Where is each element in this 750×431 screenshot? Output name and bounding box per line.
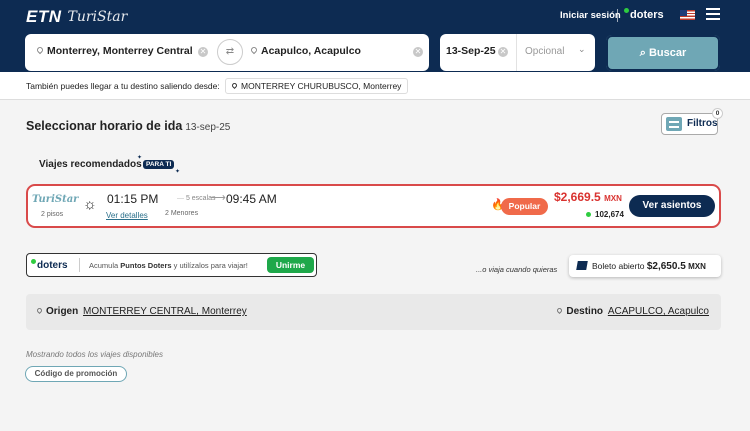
destination-field[interactable]: Acapulco, Acapulco <box>249 45 361 57</box>
doters-link[interactable]: doters <box>624 8 664 21</box>
filters-label: Filtros <box>687 118 718 129</box>
trip-price-value: $2,669.5 <box>554 190 601 204</box>
destination-value: Acapulco, Acapulco <box>261 45 361 57</box>
trip-price-currency: MXN <box>604 194 622 203</box>
filters-button[interactable]: Filtros 0 <box>661 108 723 135</box>
origin-summary: Origen MONTERREY CENTRAL, Monterrey <box>35 306 247 317</box>
top-header: ETN TuriStar Iniciar sesión doters Monte… <box>0 0 750 72</box>
filter-sliders-icon <box>666 117 682 131</box>
recommended-heading: Viajes recomendados <box>39 159 142 170</box>
open-ticket-button[interactable]: Boleto abierto $2,650.5 MXN <box>569 255 721 277</box>
route-search-box: Monterrey, Monterrey Central ✕ ⇄ Acapulc… <box>25 34 429 71</box>
sun-icon: ☼ <box>83 196 97 213</box>
arrival-time: 09:45 AM <box>226 192 277 206</box>
para-ti-badge: PARA TI <box>143 160 175 169</box>
doters-text-prefix: Acumula <box>89 261 119 270</box>
filters-count-badge: 0 <box>712 108 723 119</box>
route-summary-bar: Origen MONTERREY CENTRAL, Monterrey Dest… <box>26 294 721 330</box>
showing-all-trips-text: Mostrando todos los viajes disponibles <box>26 350 163 359</box>
hamburger-menu-icon[interactable] <box>706 8 720 23</box>
doters-dot-icon <box>586 212 591 217</box>
swap-route-button[interactable]: ⇄ <box>217 39 243 65</box>
clear-date-icon[interactable]: ✕ <box>498 47 508 57</box>
doters-points-value: 102,674 <box>595 210 624 219</box>
doters-card-divider <box>79 258 80 272</box>
doters-dot-icon <box>624 8 629 13</box>
page-title-date: 13-sep-25 <box>185 122 231 133</box>
page-title-text: Seleccionar horario de ida <box>26 119 183 133</box>
open-ticket-price: $2,650.5 <box>646 261 686 272</box>
logo[interactable]: ETN TuriStar <box>26 7 127 27</box>
login-link[interactable]: Iniciar sesión <box>560 10 621 21</box>
doters-promo-text: Acumula Puntos Doters y utilízalos para … <box>89 261 248 270</box>
doters-label: doters <box>630 9 664 21</box>
doters-text-bold: Puntos Doters <box>120 261 172 270</box>
location-pin-icon <box>230 81 239 90</box>
departure-time: 01:15 PM <box>107 192 159 206</box>
us-flag-icon[interactable] <box>680 10 695 20</box>
alternative-station: MONTERREY CHURUBUSCO, Monterrey <box>241 81 402 91</box>
trip-price: $2,669.5 MXN <box>554 190 622 204</box>
doters-dot-icon <box>31 259 36 264</box>
arrow-right-icon: ⟶ <box>210 192 226 204</box>
doters-text-suffix: y utilízalos para viajar! <box>173 261 248 270</box>
doters-logo: doters <box>31 259 68 271</box>
bus-floors: 2 pisos <box>41 211 64 218</box>
destination-summary-link[interactable]: ACAPULCO, Acapulco <box>608 306 709 317</box>
location-pin-icon <box>556 306 564 315</box>
minors-count: 2 Menores <box>165 210 199 217</box>
open-ticket-currency: MXN <box>688 262 706 271</box>
clear-origin-icon[interactable]: ✕ <box>198 47 208 57</box>
join-doters-button[interactable]: Unirme <box>267 257 314 273</box>
date-divider <box>516 34 517 71</box>
sparkle-icon: ✦ <box>137 155 143 161</box>
details-link[interactable]: Ver detalles <box>106 211 148 220</box>
trip-card[interactable]: TuriStar 2 pisos ☼ 01:15 PM 5 escalas ⟶ … <box>26 184 721 228</box>
view-seats-button[interactable]: Ver asientos <box>629 195 715 217</box>
doters-logo-text: doters <box>37 260 68 271</box>
open-ticket-label: Boleto abierto <box>592 261 645 271</box>
logo-turistar: TuriStar <box>67 9 128 25</box>
alternative-origin-strip: También puedes llegar a tu destino salie… <box>0 72 750 100</box>
date-search-box: 13-Sep-25 ✕ Opcional ⌄ <box>440 34 595 71</box>
open-ticket-lead: ...o viaja cuando quieras <box>476 265 558 274</box>
alternative-origin-chip[interactable]: MONTERREY CHURUBUSCO, Monterrey <box>225 78 409 94</box>
ticket-icon <box>576 261 588 270</box>
popular-badge: Popular <box>501 198 548 215</box>
location-pin-icon <box>249 45 259 55</box>
promo-code-button[interactable]: Código de promoción <box>25 366 127 382</box>
page-title: Seleccionar horario de ida 13-sep-25 <box>26 119 230 133</box>
alternative-origin-label: También puedes llegar a tu destino salie… <box>26 81 220 91</box>
chevron-down-icon[interactable]: ⌄ <box>578 44 586 55</box>
search-icon: ⌕ <box>639 47 646 59</box>
doters-points: 102,674 <box>586 210 624 219</box>
doters-promo-card: doters Acumula Puntos Doters y utilízalo… <box>26 253 317 277</box>
location-pin-icon <box>35 45 45 55</box>
location-pin-icon <box>35 306 44 315</box>
destination-summary: Destino ACAPULCO, Acapulco <box>556 306 709 317</box>
sparkle-icon: ✦ <box>175 169 181 175</box>
origin-field[interactable]: Monterrey, Monterrey Central <box>35 45 193 57</box>
origin-value: Monterrey, Monterrey Central <box>47 45 193 57</box>
origin-summary-label: Origen <box>46 306 79 317</box>
origin-summary-link[interactable]: MONTERREY CENTRAL, Monterrey <box>83 306 247 317</box>
destination-summary-label: Destino <box>566 306 604 317</box>
logo-etn: ETN <box>26 7 62 26</box>
departure-date-field[interactable]: 13-Sep-25 <box>446 45 496 57</box>
search-button-label: Buscar <box>648 47 687 59</box>
clear-destination-icon[interactable]: ✕ <box>413 47 423 57</box>
return-date-field[interactable]: Opcional <box>525 46 564 57</box>
trip-brand-logo: TuriStar <box>32 194 79 205</box>
search-button[interactable]: ⌕ Buscar <box>606 35 720 71</box>
header-divider <box>617 9 618 22</box>
